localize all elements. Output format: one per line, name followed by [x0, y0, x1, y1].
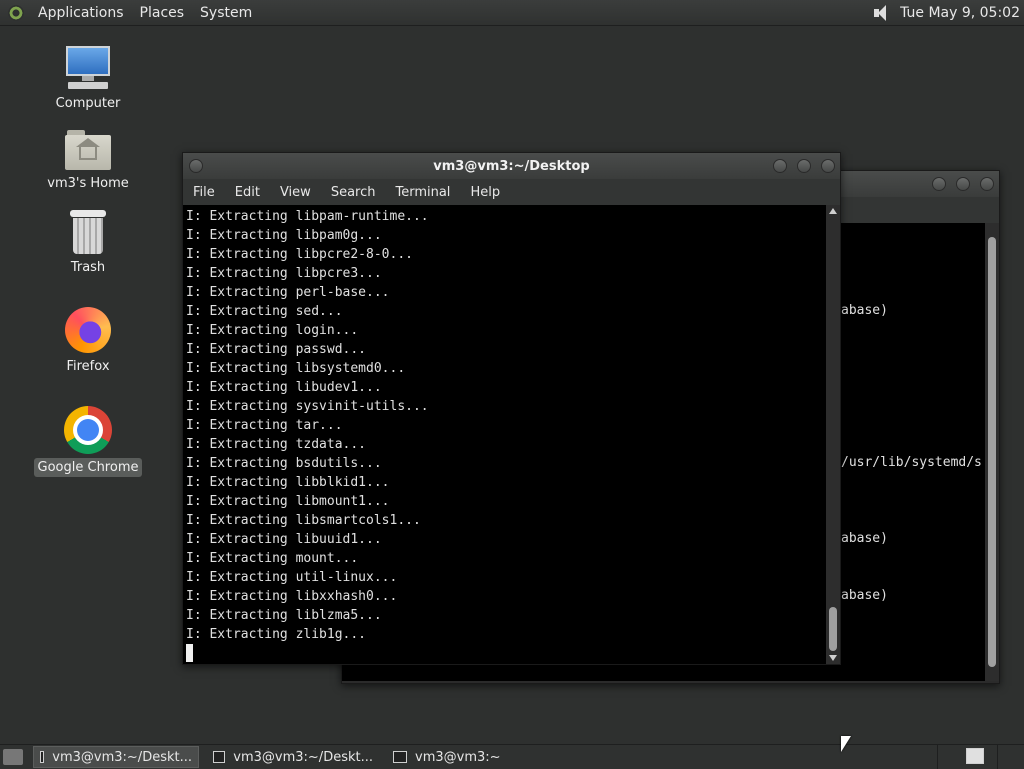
window-title: vm3@vm3:~/Desktop	[433, 158, 590, 174]
back-terminal-line: /usr/lib/systemd/s	[841, 455, 982, 470]
menu-help[interactable]: Help	[460, 185, 510, 200]
taskbar-task[interactable]: vm3@vm3:~/Deskt...	[207, 746, 379, 768]
terminal-icon	[40, 751, 45, 763]
applications-menu[interactable]: Applications	[30, 5, 132, 21]
task-label: vm3@vm3:~/Deskt...	[233, 749, 373, 765]
back-scroll-thumb[interactable]	[988, 237, 996, 667]
mouse-pointer-icon	[841, 736, 851, 752]
trash-icon	[70, 210, 106, 254]
minimize-button[interactable]	[773, 159, 787, 173]
scroll-up-arrow-icon[interactable]	[829, 208, 837, 214]
maximize-button[interactable]	[956, 177, 970, 191]
terminal-line: I: Extracting tzdata...	[186, 437, 367, 452]
terminal-line: I: Extracting libuuid1...	[186, 532, 382, 547]
terminal-icon	[393, 751, 407, 763]
back-window-controls	[932, 177, 994, 191]
terminal-line: I: Extracting libpcre3...	[186, 266, 382, 281]
maximize-button[interactable]	[797, 159, 811, 173]
panel-menu: Applications Places System	[0, 0, 260, 25]
terminal-line: I: Extracting libxxhash0...	[186, 589, 398, 604]
terminal-line: I: Extracting libsmartcols1...	[186, 513, 421, 528]
taskbar-divider	[997, 745, 998, 769]
show-desktop-icon[interactable]	[3, 749, 23, 765]
places-menu[interactable]: Places	[132, 5, 193, 21]
terminal-cursor	[186, 644, 193, 662]
terminal-line: I: Extracting libudev1...	[186, 380, 382, 395]
terminal-line: I: Extracting libmount1...	[186, 494, 390, 509]
computer-icon	[64, 46, 112, 90]
task-label: vm3@vm3:~/Deskt...	[52, 749, 192, 765]
terminal-icon	[213, 751, 226, 763]
terminal-line: I: Extracting mount...	[186, 551, 359, 566]
menu-view[interactable]: View	[270, 185, 321, 200]
terminal-line: I: Extracting sysvinit-utils...	[186, 399, 429, 414]
desktop-icon-firefox[interactable]: Firefox	[33, 307, 143, 376]
clock[interactable]: Tue May 9, 05:02	[900, 5, 1020, 21]
taskbar-task[interactable]: vm3@vm3:~	[387, 746, 559, 768]
terminal-line: I: Extracting bsdutils...	[186, 456, 382, 471]
terminal-line: I: Extracting util-linux...	[186, 570, 398, 585]
terminal-line: I: Extracting login...	[186, 323, 359, 338]
taskbar-divider	[937, 745, 938, 769]
back-terminal-line: abase)	[841, 303, 888, 318]
system-menu[interactable]: System	[192, 5, 260, 21]
desktop-icon-chrome[interactable]: Google Chrome	[33, 406, 143, 477]
back-terminal-line: abase)	[841, 588, 888, 603]
workspace-switcher[interactable]	[966, 748, 984, 764]
taskbar-task[interactable]: vm3@vm3:~/Deskt...	[33, 746, 199, 768]
front-window-titlebar[interactable]: vm3@vm3:~/Desktop	[183, 153, 840, 179]
terminal-line: I: Extracting tar...	[186, 418, 343, 433]
menu-edit[interactable]: Edit	[225, 185, 270, 200]
front-terminal-output[interactable]: I: Extracting libpam-runtime... I: Extra…	[183, 205, 840, 664]
front-terminal-window[interactable]: vm3@vm3:~/Desktop File Edit View Search …	[182, 152, 841, 665]
distro-logo-icon[interactable]	[8, 4, 24, 21]
terminal-line: I: Extracting perl-base...	[186, 285, 390, 300]
terminal-line: I: Extracting zlib1g...	[186, 627, 367, 642]
desktop-icon-home[interactable]: vm3's Home	[33, 130, 143, 193]
task-label: vm3@vm3:~	[415, 749, 501, 765]
menu-terminal[interactable]: Terminal	[385, 185, 460, 200]
top-panel: Applications Places System Tue May 9, 05…	[0, 0, 1024, 26]
terminal-line: I: Extracting libsystemd0...	[186, 361, 406, 376]
front-window-controls	[773, 159, 835, 173]
scroll-down-arrow-icon[interactable]	[829, 655, 837, 661]
desktop-icon-trash[interactable]: Trash	[33, 210, 143, 277]
panel-tray: Tue May 9, 05:02	[872, 0, 1024, 25]
back-terminal-scrollbar[interactable]	[985, 223, 999, 681]
desktop-icon-label: Computer	[55, 96, 121, 111]
desktop-icon-label: Google Chrome	[33, 458, 143, 477]
terminal-line: I: Extracting liblzma5...	[186, 608, 382, 623]
desktop-icon-label: Trash	[70, 260, 106, 275]
menu-file[interactable]: File	[183, 185, 225, 200]
front-terminal-scrollbar[interactable]	[826, 205, 840, 664]
terminal-line: I: Extracting libpam-runtime...	[186, 209, 429, 224]
terminal-line: I: Extracting passwd...	[186, 342, 367, 357]
close-button[interactable]	[980, 177, 994, 191]
front-terminal-text: I: Extracting libpam-runtime... I: Extra…	[183, 205, 840, 664]
desktop-icon-computer[interactable]: Computer	[33, 46, 143, 113]
terminal-line: I: Extracting libpam0g...	[186, 228, 382, 243]
front-scroll-thumb[interactable]	[829, 607, 837, 651]
front-window-menubar: File Edit View Search Terminal Help	[183, 179, 840, 205]
bottom-taskbar: vm3@vm3:~/Deskt... vm3@vm3:~/Deskt... vm…	[0, 744, 1024, 769]
chrome-icon	[64, 406, 112, 454]
terminal-line: I: Extracting libblkid1...	[186, 475, 390, 490]
home-folder-icon	[65, 130, 111, 170]
terminal-line: I: Extracting sed...	[186, 304, 343, 319]
firefox-icon	[65, 307, 111, 353]
minimize-button[interactable]	[932, 177, 946, 191]
desktop-icon-label: Firefox	[66, 359, 110, 374]
desktop-icon-label: vm3's Home	[47, 176, 129, 191]
back-terminal-line: abase)	[841, 531, 888, 546]
terminal-line: I: Extracting libpcre2-8-0...	[186, 247, 413, 262]
close-button[interactable]	[821, 159, 835, 173]
menu-search[interactable]: Search	[321, 185, 386, 200]
volume-icon[interactable]	[872, 4, 892, 22]
